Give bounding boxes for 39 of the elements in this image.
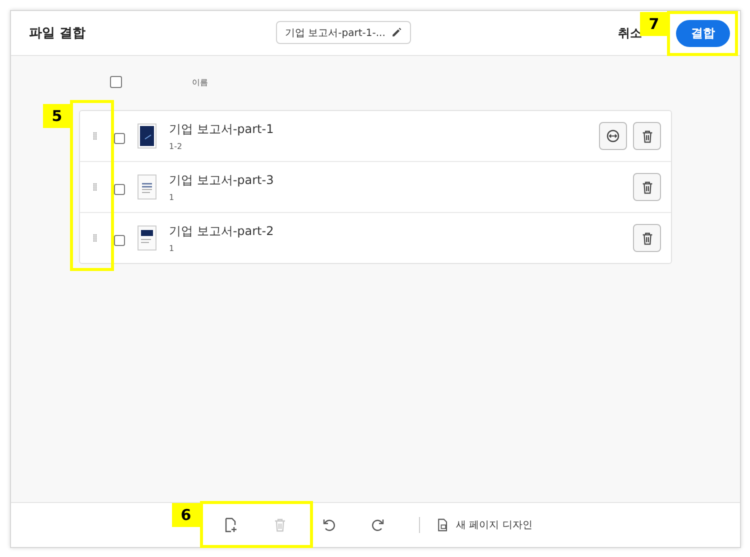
redo-icon (370, 517, 386, 533)
callout-number: 5 (43, 104, 71, 128)
expand-icon (606, 129, 620, 143)
combine-button[interactable]: 결합 (676, 20, 730, 46)
file-checkbox[interactable] (114, 184, 125, 194)
dialog-title: 파일 결합 (29, 25, 86, 42)
callout-number: 7 (640, 12, 668, 36)
file-checkbox[interactable] (114, 234, 125, 246)
trash-icon (272, 517, 288, 533)
highlight-frame (667, 11, 738, 56)
pencil-icon (391, 27, 402, 38)
file-checkbox[interactable] (114, 132, 125, 144)
file-name: 기업 보고서-part-3 (169, 172, 274, 189)
filename-field[interactable]: 기업 보고서-part-1-... (276, 21, 411, 44)
page-thumbnail (137, 225, 157, 251)
file-name: 기업 보고서-part-2 (169, 223, 274, 240)
new-page-design-button[interactable]: 새 페이지 디자인 (436, 517, 532, 533)
delete-button[interactable] (633, 173, 661, 201)
add-tool-button[interactable] (223, 517, 239, 533)
page-range: 1-2 (169, 142, 184, 151)
undo-tool-button[interactable] (321, 517, 337, 533)
page-thumbnail (137, 174, 157, 200)
column-header: 이름 (192, 76, 208, 88)
page-range: 1 (169, 244, 176, 253)
page-range: 1 (169, 193, 176, 202)
drag-handle-icon[interactable] (93, 183, 97, 191)
delete-button[interactable] (633, 224, 661, 252)
select-all-checkbox[interactable] (110, 76, 122, 88)
file-name: 기업 보고서-part-1 (169, 121, 274, 138)
delete-button[interactable] (633, 122, 661, 150)
drag-handle-icon[interactable] (93, 132, 97, 140)
page-design-icon (436, 517, 450, 533)
page-thumbnail (137, 123, 157, 149)
expand-button[interactable] (599, 122, 627, 150)
undo-icon (321, 517, 337, 533)
drag-handle-icon[interactable] (93, 234, 97, 242)
redo-tool-button[interactable] (370, 517, 386, 533)
add-page-icon (223, 517, 239, 533)
callout-number: 6 (172, 503, 200, 527)
